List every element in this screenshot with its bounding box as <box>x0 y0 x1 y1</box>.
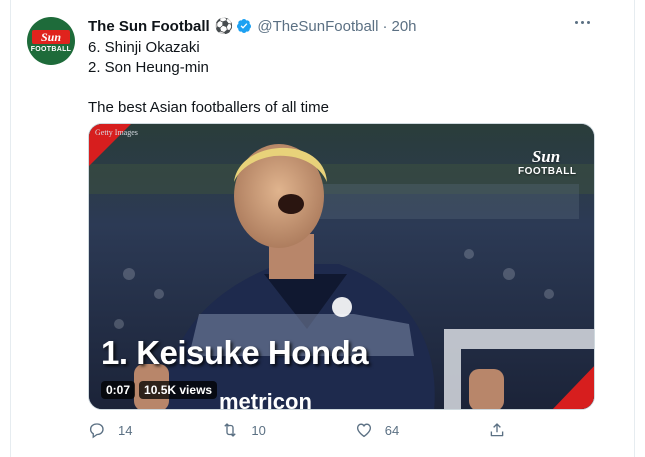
reply-count: 14 <box>118 422 133 438</box>
display-name[interactable]: The Sun Football <box>88 18 210 35</box>
retweet-icon <box>224 423 237 437</box>
video-overlay: 0:07 10.5K views <box>101 381 218 399</box>
verified-badge-icon <box>237 19 252 33</box>
sun-football-watermark: Sun FOOTBALL <box>518 147 577 178</box>
tweet-header: The Sun Football ⚽ @TheSunFootball · 20h <box>88 16 417 36</box>
more-options-icon[interactable] <box>569 12 595 32</box>
tweet-line: 6. Shinji Okazaki <box>88 39 200 56</box>
like-count: 64 <box>384 422 400 438</box>
tweet-text: 6. Shinji Okazaki 2. Son Heung-min The b… <box>88 38 329 118</box>
heart-icon <box>356 423 371 438</box>
avatar-subtext: FOOTBALL <box>30 46 72 53</box>
video-views: 10.5K views <box>139 381 218 399</box>
like-button[interactable]: 64 <box>355 420 488 440</box>
avatar[interactable]: Sun FOOTBALL <box>27 17 75 65</box>
reply-button[interactable]: 14 <box>88 420 221 440</box>
watermark-bottom: FOOTBALL <box>518 166 577 177</box>
watermark-top: Sun <box>531 147 561 166</box>
avatar-badge: Sun <box>32 30 70 44</box>
reply-icon <box>89 423 104 439</box>
soccer-ball-emoji: ⚽ <box>214 17 234 35</box>
retweet-button[interactable]: 10 <box>221 420 354 440</box>
tweet-actions: 14 10 64 <box>88 420 528 440</box>
video-caption: 1. Keisuke Honda <box>101 334 369 371</box>
tweet-line: The best Asian footballers of all time <box>88 99 329 116</box>
photo-credit: Getty Images <box>95 128 138 137</box>
share-button[interactable] <box>488 420 528 440</box>
video-player[interactable]: metricon Getty Images Sun FOOTBALL 1. Ke… <box>88 123 595 410</box>
timestamp[interactable]: 20h <box>391 18 416 35</box>
handle[interactable]: @TheSunFootball <box>257 18 378 35</box>
separator-dot: · <box>382 17 388 35</box>
video-duration: 0:07 <box>101 381 136 399</box>
retweet-count: 10 <box>251 422 266 438</box>
tweet-line: 2. Son Heung-min <box>88 59 209 76</box>
shirt-sponsor-text: metricon <box>219 389 312 410</box>
share-icon <box>490 423 504 437</box>
tweet-line <box>88 78 329 98</box>
